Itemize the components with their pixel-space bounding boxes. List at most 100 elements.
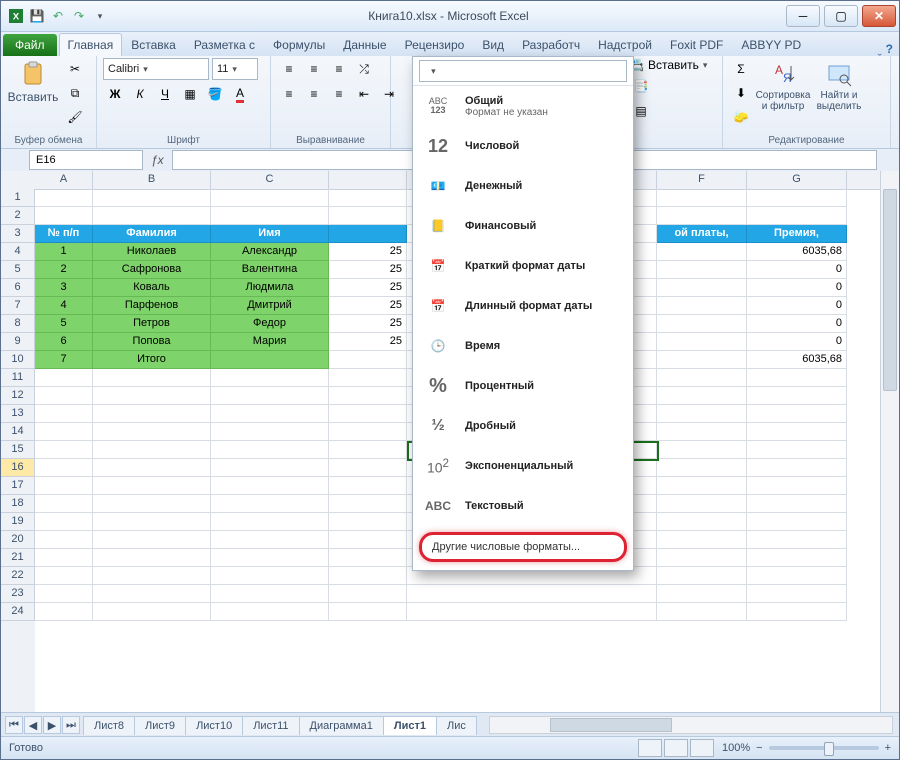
- cell[interactable]: [211, 405, 329, 423]
- cell[interactable]: [329, 225, 407, 243]
- select-all-corner[interactable]: [1, 171, 36, 190]
- cell[interactable]: [747, 441, 847, 459]
- cell[interactable]: [93, 369, 211, 387]
- cell[interactable]: [211, 441, 329, 459]
- find-select-button[interactable]: Найти и выделить: [813, 58, 865, 112]
- align-center-button[interactable]: ≡: [302, 83, 326, 105]
- col-header-A[interactable]: A: [35, 171, 93, 189]
- header-pay[interactable]: ой платы,: [657, 225, 747, 243]
- tab-developer[interactable]: Разработч: [513, 33, 589, 56]
- row-header-19[interactable]: 19: [1, 513, 35, 531]
- cell[interactable]: [657, 513, 747, 531]
- paste-button[interactable]: Вставить: [7, 58, 59, 104]
- row-header-16[interactable]: 16: [1, 459, 35, 477]
- cell[interactable]: [211, 531, 329, 549]
- cell[interactable]: [35, 531, 93, 549]
- cell[interactable]: [35, 495, 93, 513]
- orientation-button[interactable]: ⤮: [352, 58, 376, 80]
- row-header-8[interactable]: 8: [1, 315, 35, 333]
- tab-insert[interactable]: Вставка: [122, 33, 185, 56]
- cell[interactable]: [657, 567, 747, 585]
- underline-button[interactable]: Ч: [153, 83, 177, 105]
- cell[interactable]: [93, 207, 211, 225]
- cell[interactable]: [747, 369, 847, 387]
- header-num[interactable]: № п/п: [35, 225, 93, 243]
- font-name-combo[interactable]: Calibri▾: [103, 58, 209, 80]
- cell-d[interactable]: 25: [329, 297, 407, 315]
- cell[interactable]: [329, 549, 407, 567]
- indent-inc-button[interactable]: ⇥: [377, 83, 401, 105]
- cell[interactable]: [747, 549, 847, 567]
- cell[interactable]: [35, 369, 93, 387]
- view-normal-button[interactable]: [638, 739, 662, 757]
- cell[interactable]: [657, 261, 747, 279]
- cell[interactable]: [35, 603, 93, 621]
- cell[interactable]: [93, 189, 211, 207]
- cell[interactable]: [93, 603, 211, 621]
- align-middle-button[interactable]: ≡: [302, 58, 326, 80]
- sheet-tab-Лист1[interactable]: Лист1: [383, 716, 437, 735]
- numfmt-item-6[interactable]: 🕒Время: [413, 326, 633, 366]
- cell[interactable]: [657, 189, 747, 207]
- cell[interactable]: [329, 495, 407, 513]
- qa-undo-button[interactable]: ↶: [49, 7, 67, 25]
- zoom-in-button[interactable]: +: [885, 742, 891, 754]
- cell[interactable]: [93, 405, 211, 423]
- header-bonus[interactable]: Премия,: [747, 225, 847, 243]
- sheet-tab-Лист10[interactable]: Лист10: [185, 716, 243, 735]
- cell[interactable]: [35, 441, 93, 459]
- qa-redo-button[interactable]: ↷: [70, 7, 88, 25]
- cell-bonus[interactable]: 0: [747, 315, 847, 333]
- cell-num[interactable]: 2: [35, 261, 93, 279]
- cell[interactable]: [329, 603, 407, 621]
- cell-bonus[interactable]: 0: [747, 261, 847, 279]
- tab-view[interactable]: Вид: [473, 33, 513, 56]
- cell[interactable]: [211, 189, 329, 207]
- tab-data[interactable]: Данные: [334, 33, 395, 56]
- cell[interactable]: [747, 423, 847, 441]
- ribbon-minimize-icon[interactable]: ˬ: [878, 42, 882, 56]
- sheet-tab-Лист9[interactable]: Лист9: [134, 716, 186, 735]
- header-fam[interactable]: Фамилия: [93, 225, 211, 243]
- cell[interactable]: [93, 423, 211, 441]
- vertical-scrollbar-thumb[interactable]: [883, 189, 897, 391]
- cell[interactable]: [93, 585, 211, 603]
- cell-num[interactable]: 3: [35, 279, 93, 297]
- cells-insert-button[interactable]: Вставить: [648, 58, 699, 72]
- cut-button[interactable]: ✂: [63, 58, 87, 80]
- minimize-button[interactable]: ─: [786, 5, 820, 27]
- row-header-3[interactable]: 3: [1, 225, 35, 243]
- row-header-2[interactable]: 2: [1, 207, 35, 225]
- cell[interactable]: [329, 369, 407, 387]
- sort-filter-button[interactable]: АЯ Сортировка и фильтр: [757, 58, 809, 112]
- close-button[interactable]: ✕: [862, 5, 896, 27]
- align-left-button[interactable]: ≡: [277, 83, 301, 105]
- cell-fam[interactable]: Итого: [93, 351, 211, 369]
- row-header-1[interactable]: 1: [1, 189, 35, 207]
- tab-addins[interactable]: Надстрой: [589, 33, 661, 56]
- tab-abbyy[interactable]: ABBYY PD: [732, 33, 810, 56]
- help-icon[interactable]: ?: [886, 42, 893, 56]
- cell-name[interactable]: Федор: [211, 315, 329, 333]
- cell[interactable]: [211, 585, 329, 603]
- cell[interactable]: [657, 333, 747, 351]
- more-number-formats-button[interactable]: Другие числовые форматы...: [419, 532, 627, 562]
- col-header-B[interactable]: B: [93, 171, 211, 189]
- col-header-hidden[interactable]: [329, 171, 407, 189]
- cell-d[interactable]: 25: [329, 333, 407, 351]
- cell-name[interactable]: Людмила: [211, 279, 329, 297]
- align-top-button[interactable]: ≡: [277, 58, 301, 80]
- numfmt-item-3[interactable]: 📒Финансовый: [413, 206, 633, 246]
- numfmt-item-8[interactable]: ½Дробный: [413, 406, 633, 446]
- cell[interactable]: [329, 405, 407, 423]
- autosum-button[interactable]: Σ: [729, 58, 753, 80]
- cell[interactable]: [211, 207, 329, 225]
- cell[interactable]: [211, 459, 329, 477]
- cell[interactable]: [35, 567, 93, 585]
- cell[interactable]: [747, 531, 847, 549]
- fx-icon[interactable]: ƒx: [151, 153, 164, 167]
- cell[interactable]: [93, 441, 211, 459]
- view-layout-button[interactable]: [664, 739, 688, 757]
- cell[interactable]: [747, 477, 847, 495]
- cell[interactable]: [657, 279, 747, 297]
